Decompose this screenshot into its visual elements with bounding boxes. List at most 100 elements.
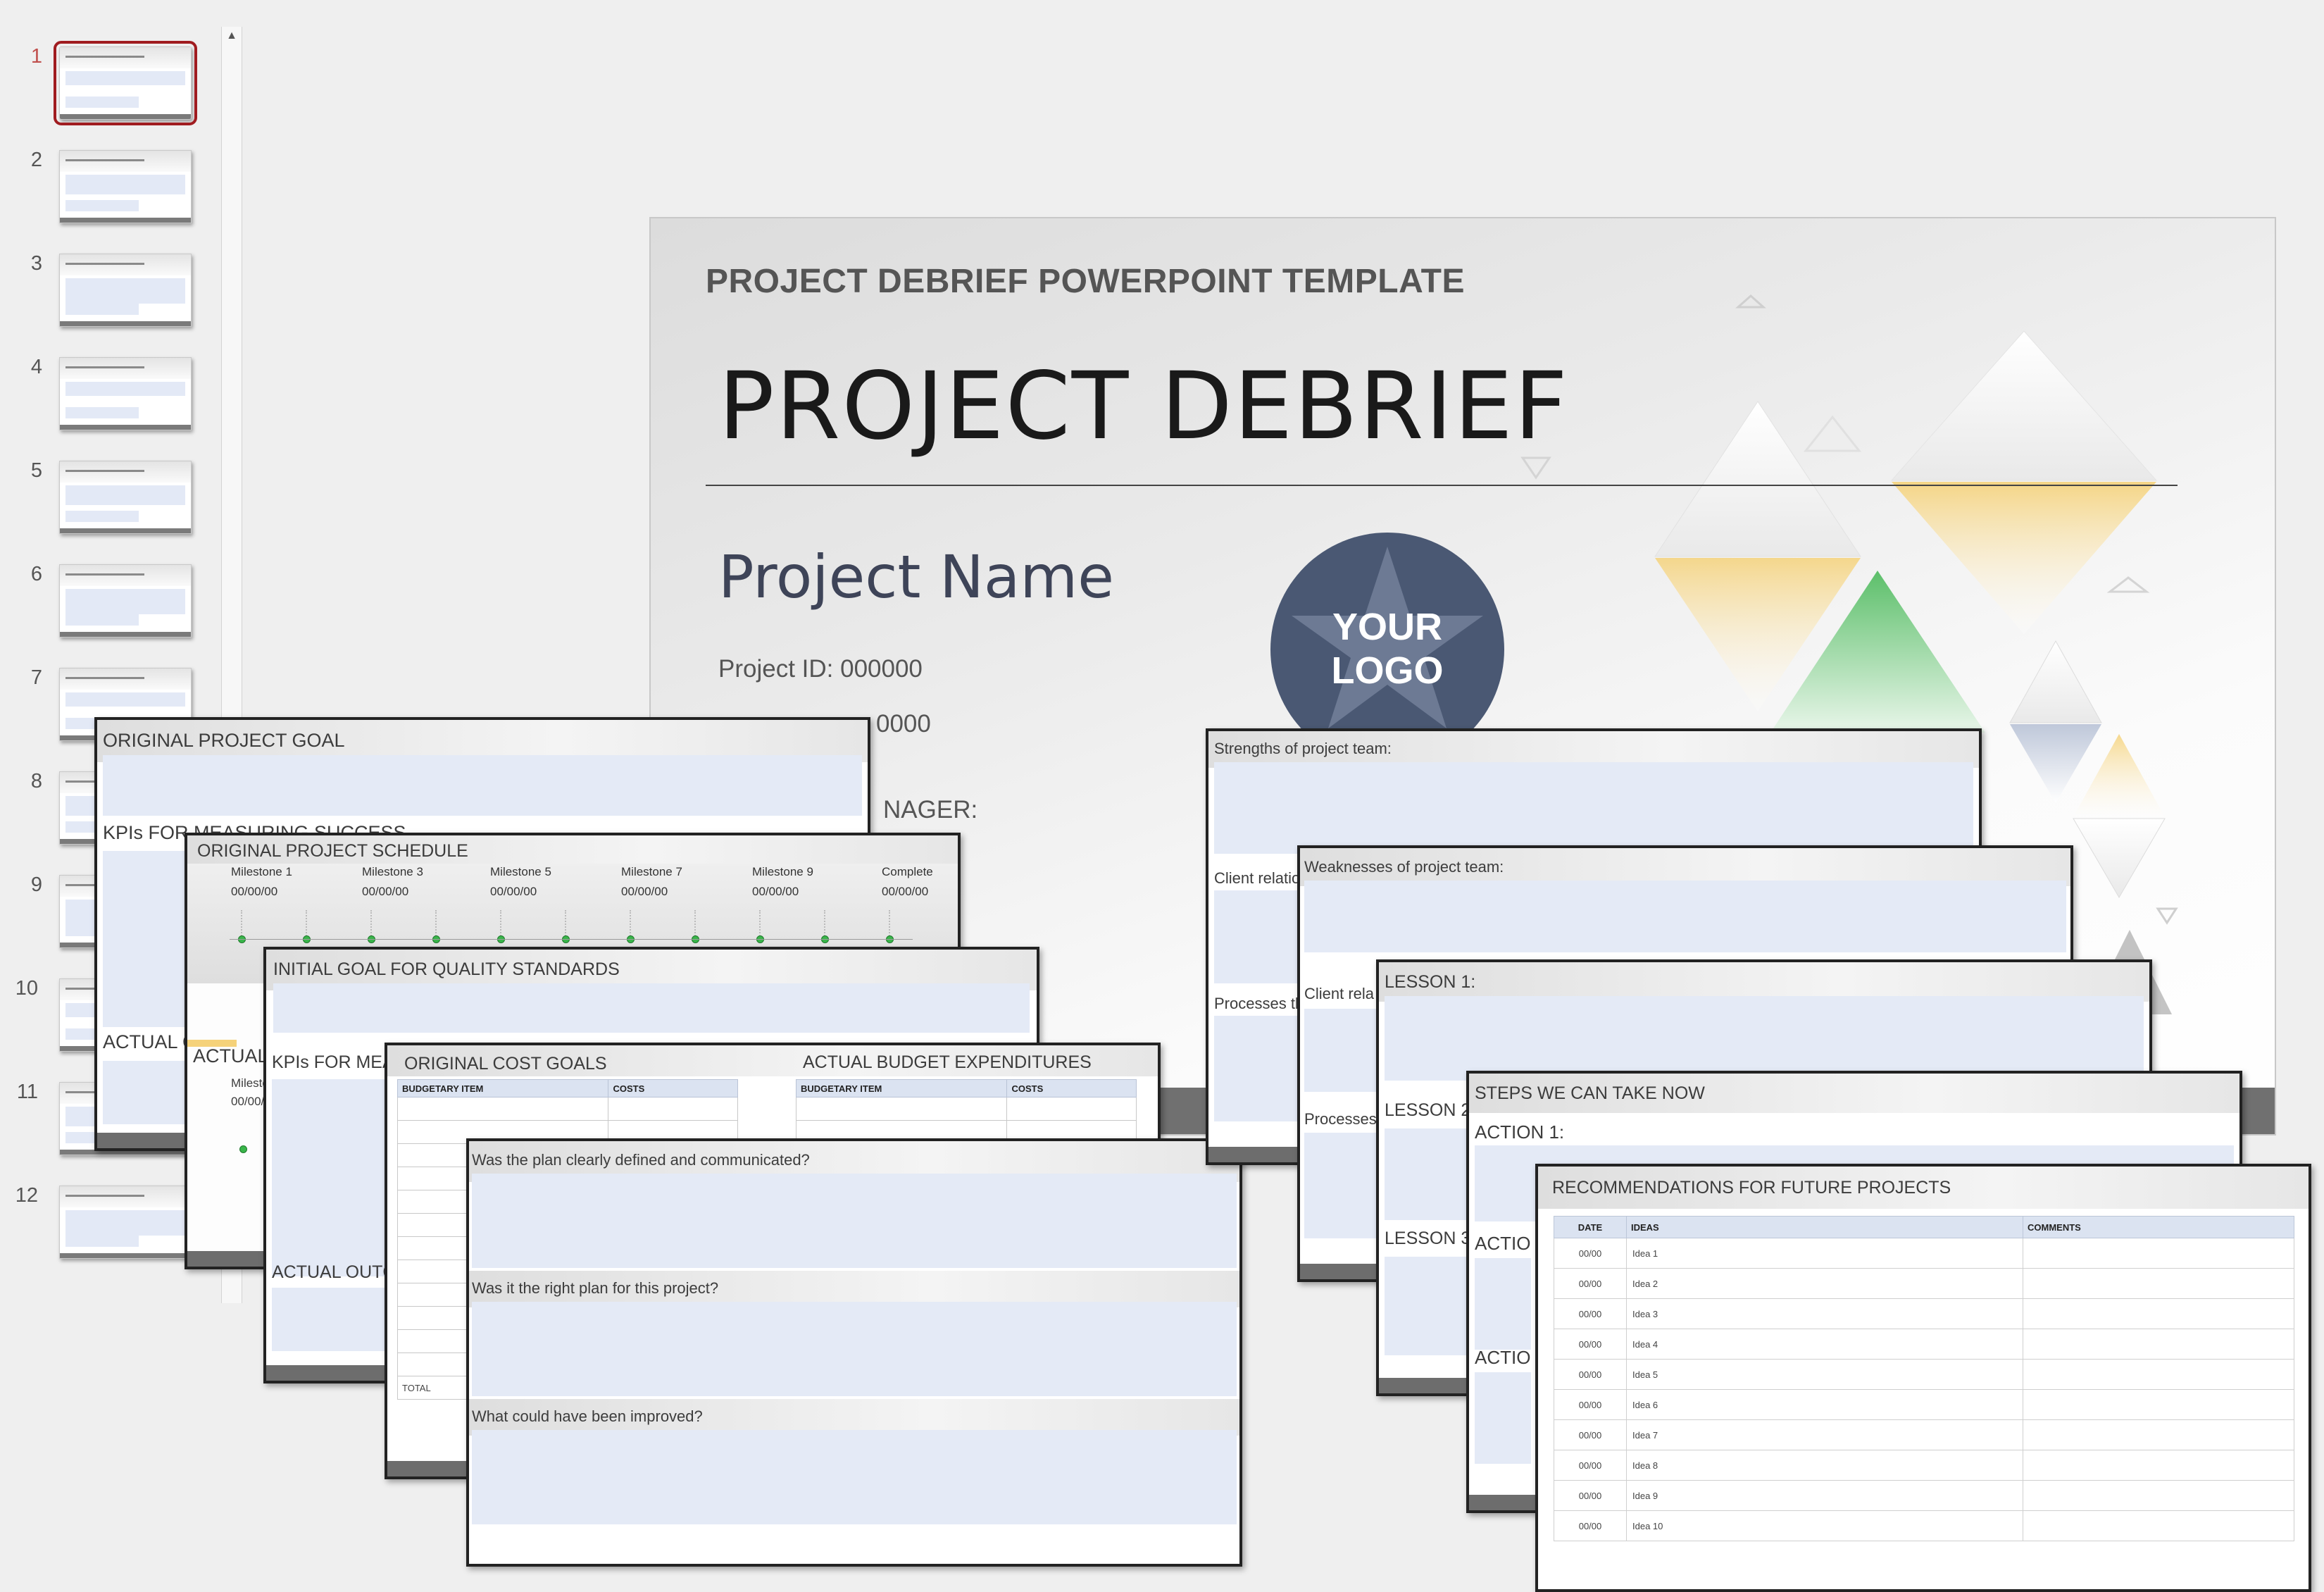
slide-thumbnail[interactable] [59, 254, 192, 327]
milestone-date: 00/00/00 [231, 885, 278, 898]
table-row[interactable]: 00/00 Idea 8 [1554, 1450, 2294, 1481]
slide-card-recommendations[interactable]: RECOMMENDATIONS FOR FUTURE PROJECTS DATE… [1535, 1164, 2311, 1592]
date-cell[interactable]: 00/00 [1554, 1450, 1627, 1481]
comment-cell[interactable] [2023, 1329, 2294, 1360]
ideas-column-header: IDEAS [1626, 1216, 2023, 1238]
milestone-label: Milestone 9 [752, 865, 813, 878]
slide-thumbnail[interactable] [59, 461, 192, 534]
table-row[interactable]: 00/00 Idea 5 [1554, 1359, 2294, 1390]
actual-outcome-box[interactable] [272, 1288, 385, 1351]
scroll-up-arrow-icon[interactable]: ▲ [222, 27, 242, 45]
table-row[interactable]: 00/00 Idea 10 [1554, 1510, 2294, 1541]
table-row[interactable]: 00/00 Idea 4 [1554, 1329, 2294, 1360]
idea-cell[interactable]: Idea 8 [1626, 1450, 2023, 1481]
date-cell[interactable]: 00/00 [1554, 1419, 1627, 1450]
table-row[interactable]: 00/00 Idea 1 [1554, 1238, 2294, 1269]
answer-3-box[interactable] [472, 1430, 1237, 1524]
date-cell[interactable]: 00/00 [1554, 1359, 1627, 1390]
idea-cell[interactable]: Idea 10 [1626, 1510, 2023, 1541]
slide-thumbnail[interactable] [59, 357, 192, 430]
idea-cell[interactable]: Idea 4 [1626, 1329, 2023, 1360]
idea-cell[interactable]: Idea 3 [1626, 1298, 2023, 1329]
action-3-box[interactable] [1475, 1372, 1531, 1464]
answer-1-box[interactable] [472, 1174, 1237, 1268]
idea-cell[interactable]: Idea 2 [1626, 1268, 2023, 1299]
lesson-1-box[interactable] [1385, 996, 2144, 1081]
strengths-box[interactable] [1214, 762, 1973, 854]
idea-cell[interactable]: Idea 5 [1626, 1359, 2023, 1390]
processes-label: Processes [1304, 1110, 1377, 1128]
timeline-tick [306, 910, 308, 938]
processes-box[interactable] [1214, 1016, 1299, 1121]
date-cell[interactable]: 00/00 [1554, 1389, 1627, 1420]
lesson-3-box[interactable] [1385, 1257, 1469, 1355]
comment-cell[interactable] [2023, 1268, 2294, 1299]
slide-number: 4 [30, 356, 42, 378]
table-cell[interactable] [396, 1097, 609, 1121]
slide-card-plan-questions[interactable]: Was the plan clearly defined and communi… [466, 1138, 1242, 1567]
comment-cell[interactable] [2023, 1419, 2294, 1450]
comment-cell[interactable] [2023, 1298, 2294, 1329]
comment-cell[interactable] [2023, 1450, 2294, 1481]
actual-label: ACTUAL [193, 1045, 268, 1066]
slide-thumbnail[interactable] [54, 41, 197, 125]
table-row[interactable]: 00/00 Idea 7 [1554, 1419, 2294, 1450]
actual-budget-title: ACTUAL BUDGET EXPENDITURES [803, 1052, 1092, 1072]
slide-number: 2 [30, 149, 42, 171]
date-cell[interactable]: 00/00 [1554, 1480, 1627, 1511]
idea-cell[interactable]: Idea 6 [1626, 1389, 2023, 1420]
table-cell[interactable] [1006, 1097, 1137, 1121]
client-relations-box[interactable] [1214, 890, 1299, 983]
slide-thumbnail[interactable] [59, 150, 192, 223]
table-row[interactable]: 00/00 Idea 3 [1554, 1298, 2294, 1329]
action-2-box[interactable] [1475, 1258, 1531, 1350]
client-relations-box[interactable] [1304, 1009, 1382, 1092]
comment-cell[interactable] [2023, 1238, 2294, 1269]
table-cell[interactable] [608, 1097, 738, 1121]
processes-box[interactable] [1304, 1133, 1382, 1238]
answer-2-box[interactable] [472, 1302, 1237, 1396]
milestone-label: Complete [882, 865, 933, 878]
slide-number: 6 [30, 563, 42, 585]
comments-column-header: COMMENTS [2023, 1216, 2294, 1238]
slide-thumbnail[interactable] [59, 564, 192, 638]
kpi-text-box[interactable] [103, 851, 187, 1027]
actual-label: ACTUAL C [103, 1031, 196, 1052]
weaknesses-box[interactable] [1304, 881, 2066, 952]
date-cell[interactable]: 00/00 [1554, 1329, 1627, 1360]
timeline-line [230, 939, 913, 940]
idea-cell[interactable]: Idea 9 [1626, 1480, 2023, 1511]
date-cell[interactable]: 00/00 [1554, 1268, 1627, 1299]
kpi-text-box[interactable] [272, 1079, 385, 1276]
table-row[interactable]: 00/00 Idea 9 [1554, 1480, 2294, 1511]
table-row[interactable] [396, 1097, 738, 1121]
comment-cell[interactable] [2023, 1359, 2294, 1390]
table-cell[interactable] [795, 1097, 1008, 1121]
date-column-header: DATE [1554, 1216, 1627, 1238]
slide-thumbnail[interactable] [59, 1186, 192, 1259]
date-cell[interactable]: 00/00 [1554, 1238, 1627, 1269]
actual-milestone-date: 00/00/ [231, 1095, 265, 1108]
date-cell[interactable]: 00/00 [1554, 1298, 1627, 1329]
comment-cell[interactable] [2023, 1480, 2294, 1511]
quality-goal-box[interactable] [273, 983, 1030, 1033]
slide-header: PROJECT DEBRIEF POWERPOINT TEMPLATE [706, 263, 1465, 300]
actual-outcome-label: ACTUAL OUTC [272, 1262, 396, 1282]
milestone-label: Milestone 3 [362, 865, 423, 878]
project-field-two: 0000 [876, 710, 931, 738]
table-row[interactable] [795, 1097, 1137, 1121]
table-row[interactable]: 00/00 Idea 6 [1554, 1389, 2294, 1420]
table-row[interactable]: 00/00 Idea 2 [1554, 1268, 2294, 1299]
actual-text-box[interactable] [103, 1061, 187, 1124]
processes-label: Processes th [1214, 995, 1304, 1012]
client-relations-label: Client relatio [1214, 869, 1301, 887]
goal-text-box[interactable] [103, 755, 862, 816]
recommendations-table[interactable]: DATE IDEAS COMMENTS 00/00 Idea 1 00/00 Idea 20… [1554, 1216, 2294, 1541]
date-cell[interactable]: 00/00 [1554, 1510, 1627, 1541]
comment-cell[interactable] [2023, 1389, 2294, 1420]
idea-cell[interactable]: Idea 7 [1626, 1419, 2023, 1450]
lesson-2-box[interactable] [1385, 1128, 1469, 1220]
idea-cell[interactable]: Idea 1 [1626, 1238, 2023, 1269]
slide-number: 11 [16, 1081, 38, 1103]
comment-cell[interactable] [2023, 1510, 2294, 1541]
